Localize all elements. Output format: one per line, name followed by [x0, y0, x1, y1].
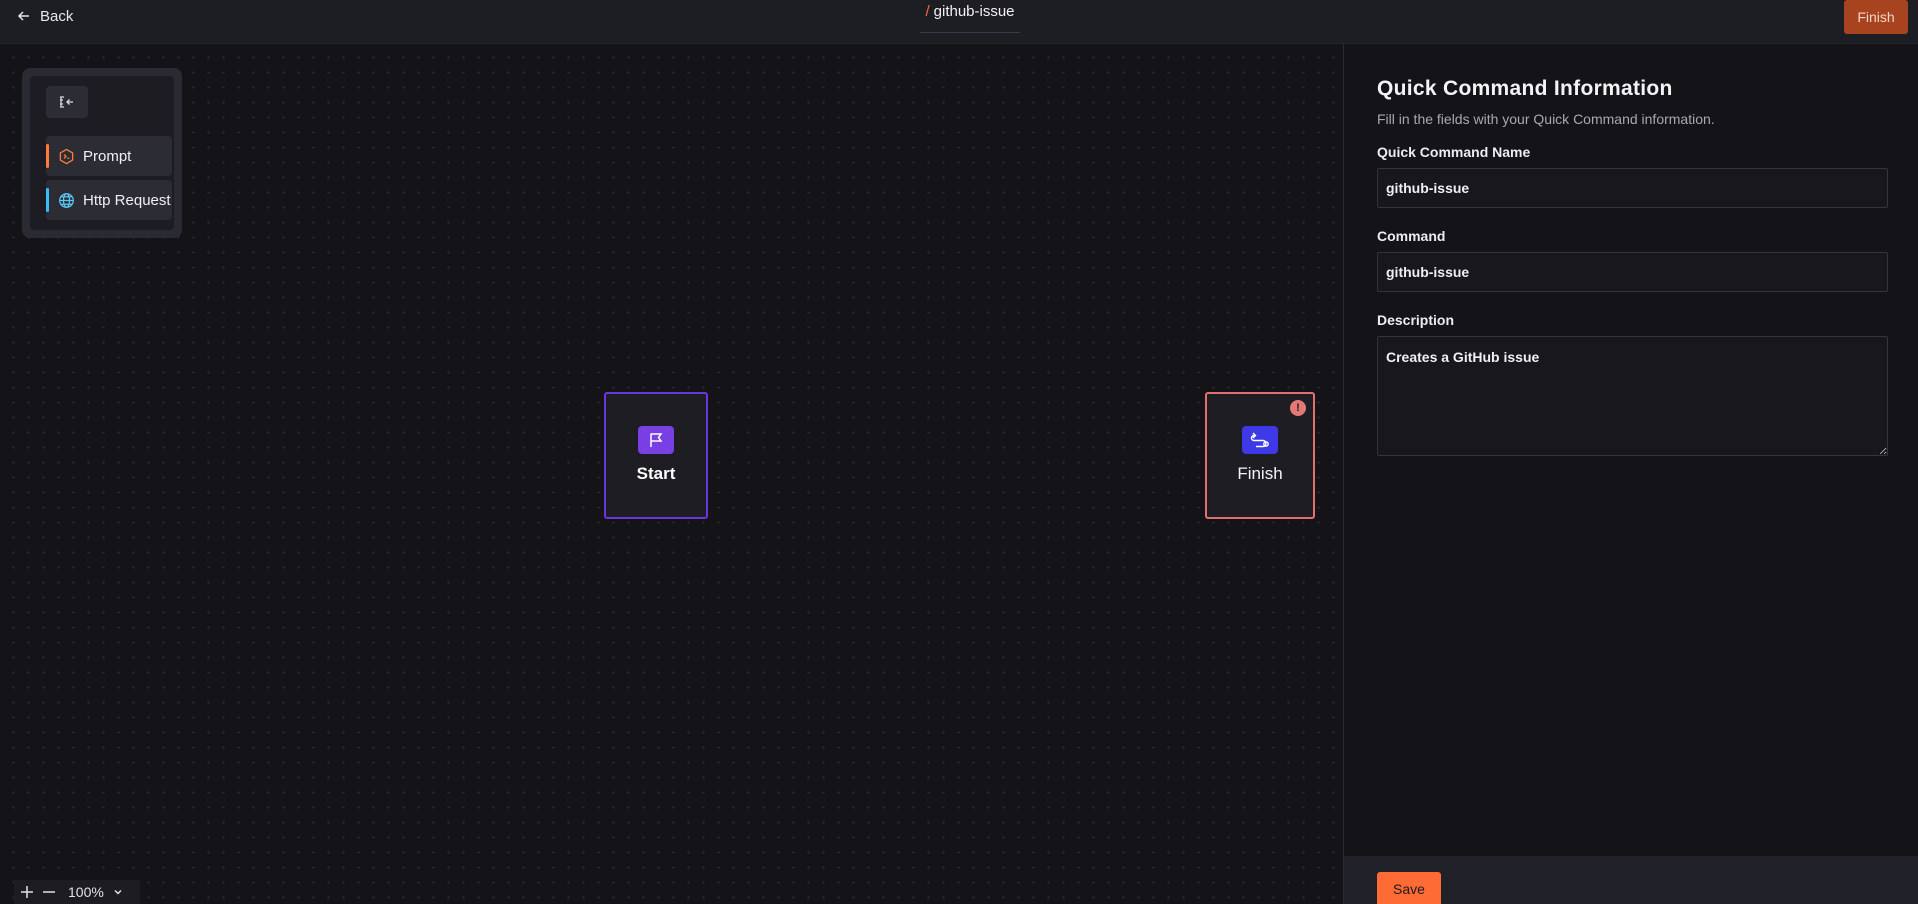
finish-button[interactable]: Finish	[1844, 0, 1908, 34]
flow-canvas[interactable]: Prompt Http Request Start ! Finish 100%	[0, 44, 1343, 904]
description-label: Description	[1377, 312, 1455, 328]
top-bar: Back / github-issue Finish	[0, 0, 1918, 44]
description-textarea[interactable]: Creates a GitHub issue	[1377, 336, 1888, 456]
title-text: github-issue	[933, 3, 1015, 20]
chevron-down-icon	[114, 889, 122, 895]
title-slash: /	[925, 3, 930, 20]
back-button[interactable]: Back	[16, 5, 73, 27]
flag-icon	[650, 433, 663, 447]
palette-item-prompt[interactable]: Prompt	[46, 136, 172, 176]
collapse-palette-button[interactable]	[46, 86, 88, 118]
back-label: Back	[40, 7, 74, 25]
palette-inner: Prompt Http Request	[30, 76, 174, 230]
finish-node[interactable]: ! Finish	[1205, 392, 1315, 519]
save-button[interactable]: Save	[1377, 872, 1441, 904]
node-palette: Prompt Http Request	[22, 68, 182, 238]
quick-command-name-input[interactable]	[1377, 168, 1888, 208]
finish-node-label: Finish	[1237, 464, 1283, 483]
zoom-in-button[interactable]	[20, 885, 34, 899]
command-input[interactable]	[1377, 252, 1888, 292]
quick-command-panel: Quick Command Information Fill in the fi…	[1343, 44, 1918, 904]
panel-title: Quick Command Information	[1377, 77, 1673, 100]
arrow-left-icon	[17, 11, 29, 21]
quick-command-name-label: Quick Command Name	[1377, 144, 1531, 160]
prompt-hexagon-icon	[59, 148, 74, 164]
page-title[interactable]: / github-issue	[920, 3, 1020, 33]
globe-icon	[59, 192, 74, 208]
zoom-dropdown[interactable]	[112, 886, 124, 898]
palette-item-label: Http Request	[83, 191, 171, 209]
plus-icon	[21, 886, 33, 898]
start-node-icon-box	[638, 426, 674, 454]
panel-footer: Save	[1344, 856, 1918, 904]
minus-icon	[43, 891, 55, 893]
zoom-level[interactable]: 100%	[68, 884, 104, 900]
warning-badge: !	[1290, 400, 1306, 416]
finish-node-icon-box	[1242, 426, 1278, 454]
start-node-label: Start	[636, 464, 676, 483]
collapse-icon	[60, 96, 73, 108]
zoom-controls: 100%	[14, 880, 140, 904]
zoom-out-button[interactable]	[42, 885, 56, 899]
command-label: Command	[1377, 228, 1446, 244]
route-icon	[1250, 432, 1269, 448]
panel-subtitle: Fill in the fields with your Quick Comma…	[1377, 111, 1715, 127]
palette-item-http-request[interactable]: Http Request	[46, 180, 172, 220]
palette-item-label: Prompt	[83, 147, 132, 165]
start-node[interactable]: Start	[604, 392, 708, 519]
